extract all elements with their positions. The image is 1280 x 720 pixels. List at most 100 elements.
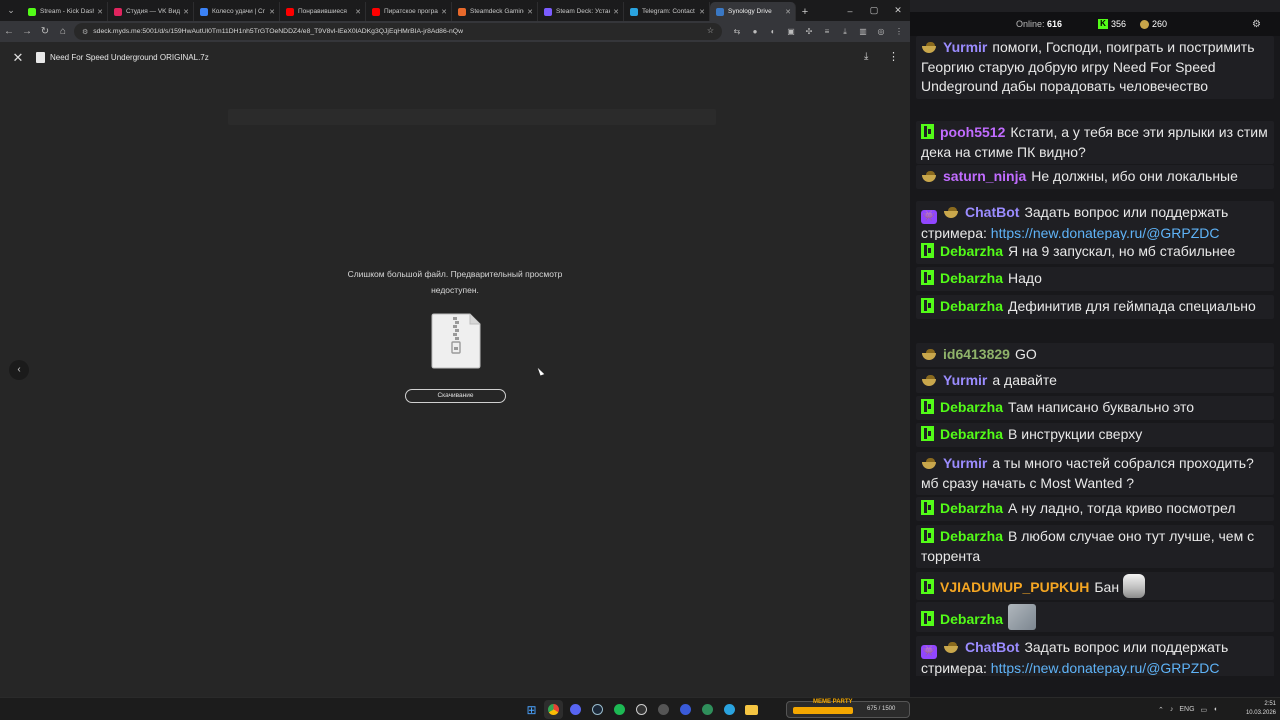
profile-icon[interactable]: ◎ xyxy=(872,21,890,42)
extensions-puzzle-icon[interactable]: ✣ xyxy=(800,21,818,42)
chat-username[interactable]: Yurmir xyxy=(943,39,987,55)
chat-username[interactable]: ChatBot xyxy=(965,204,1019,220)
app-icon-controller[interactable] xyxy=(654,700,673,719)
cast-icon[interactable]: ⇆ xyxy=(728,21,746,42)
app-icon-tool[interactable] xyxy=(698,700,717,719)
home-icon[interactable]: ⌂ xyxy=(54,21,72,42)
volume-icon[interactable]: ◖ xyxy=(1213,706,1217,713)
forward-icon[interactable]: → xyxy=(18,21,36,42)
reload-icon[interactable]: ↻ xyxy=(36,21,54,42)
taskbar-apps: ⊞ xyxy=(522,700,761,719)
cat-emote-image xyxy=(1122,574,1145,598)
chat-text: А ну ладно, тогда криво посмотрел xyxy=(1008,500,1236,516)
browser-tab[interactable]: Понравившиеся ✕ xyxy=(280,2,366,21)
steam-icon[interactable] xyxy=(588,700,607,719)
chat-username[interactable]: id6413829 xyxy=(943,346,1010,362)
tab-close-icon[interactable]: ✕ xyxy=(527,8,533,16)
chat-username[interactable]: saturn_ninja xyxy=(943,168,1026,184)
tab-close-icon[interactable]: ✕ xyxy=(699,8,705,16)
donate-link[interactable]: https://new.donatepay.ru/@GRPZDC xyxy=(991,660,1220,676)
chat-username[interactable]: ChatBot xyxy=(965,639,1019,655)
tab-close-icon[interactable]: ✕ xyxy=(355,8,361,16)
chat-message: Yurmir помоги, Господи, поиграть и постри… xyxy=(916,36,1274,99)
chat-username[interactable]: Yurmir xyxy=(943,372,987,388)
minimize-icon[interactable]: – xyxy=(838,0,862,21)
tab-search-icon[interactable]: ⌄ xyxy=(0,0,22,21)
telegram-icon[interactable] xyxy=(720,700,739,719)
chat-username[interactable]: Debarzha xyxy=(940,426,1003,442)
media-icon[interactable]: ≡ xyxy=(818,21,836,42)
meme-party-progress xyxy=(793,707,853,714)
tab-close-icon[interactable]: ✕ xyxy=(613,8,619,16)
tab-close-icon[interactable]: ✕ xyxy=(785,8,791,16)
download-button[interactable]: Скачивание xyxy=(405,389,506,403)
tab-close-icon[interactable]: ✕ xyxy=(97,8,103,16)
chat-username[interactable]: VJIADUMUP_PUPKUH xyxy=(940,579,1089,595)
chat-message: Debarzha Дефинитив для геймпада специальн… xyxy=(916,295,1274,319)
chat-text: Надо xyxy=(1008,270,1042,286)
chat-username[interactable]: Debarzha xyxy=(940,500,1003,516)
browser-menu-icon[interactable]: ⋮ xyxy=(890,21,908,42)
tab-title: Колесо удачи | Cr xyxy=(212,8,265,15)
tab-close-icon[interactable]: ✕ xyxy=(441,8,447,16)
browser-tab[interactable]: Steam Deck: Устан ✕ xyxy=(538,2,624,21)
chat-username[interactable]: Debarzha xyxy=(940,270,1003,286)
chat-username[interactable]: Debarzha xyxy=(940,298,1003,314)
background-list-row xyxy=(228,109,716,125)
maximize-icon[interactable]: ▢ xyxy=(862,0,886,21)
browser-tab[interactable]: Студия — VK Видео✕ xyxy=(108,2,194,21)
browser-tab[interactable]: Stream - Kick Dashb ✕ xyxy=(22,2,108,21)
close-preview-icon[interactable]: ✕ xyxy=(11,51,25,65)
tray-chevron-icon[interactable]: ⌃ xyxy=(1158,706,1164,714)
chat-text: В инструкции сверху xyxy=(1008,426,1143,442)
file-explorer-icon[interactable] xyxy=(742,700,761,719)
chat-username[interactable]: Debarzha xyxy=(940,243,1003,259)
file-icon xyxy=(36,52,45,63)
chat-text: а давайте xyxy=(992,372,1057,388)
extension-icon-2[interactable]: ◐ xyxy=(764,21,782,42)
spotify-icon[interactable] xyxy=(610,700,629,719)
tab-close-icon[interactable]: ✕ xyxy=(269,8,275,16)
browser-tab[interactable]: Synology Drive ✕ xyxy=(710,2,796,21)
back-icon[interactable]: ← xyxy=(0,21,18,42)
chat-username[interactable]: Yurmir xyxy=(943,455,987,471)
browser-tab[interactable]: Пиратское програ ✕ xyxy=(366,2,452,21)
system-clock[interactable]: 2:51 10.03.2026 xyxy=(1236,700,1276,718)
chat-username[interactable]: Debarzha xyxy=(940,611,1003,627)
chat-settings-icon[interactable]: ⚙ xyxy=(1252,19,1261,30)
chat-message: Debarzha А ну ладно, тогда криво посмотре… xyxy=(916,497,1274,521)
donate-link[interactable]: https://new.donatepay.ru/@GRPZDC xyxy=(991,225,1220,241)
chat-username[interactable]: Debarzha xyxy=(940,528,1003,544)
discord-icon[interactable] xyxy=(566,700,585,719)
meme-party-widget[interactable]: MEME PARTY 675 / 1500 xyxy=(786,699,910,718)
zip-archive-icon xyxy=(431,313,481,369)
chat-message: Debarzha Там написано буквально это xyxy=(916,396,1274,420)
window-controls: – ▢ ✕ xyxy=(838,0,910,21)
start-menu-icon[interactable]: ⊞ xyxy=(522,700,541,719)
site-info-icon[interactable]: ⚙ xyxy=(82,28,88,36)
browser-tab[interactable]: Колесо удачи | Cr ✕ xyxy=(194,2,280,21)
chat-username[interactable]: Debarzha xyxy=(940,399,1003,415)
address-bar[interactable]: ⚙ sdeck.myds.me:5001/d/s/159HwAutUl0Tm11… xyxy=(74,23,722,40)
obs-icon[interactable] xyxy=(632,700,651,719)
more-options-icon[interactable]: ⋮ xyxy=(888,50,899,63)
sidebar-icon[interactable]: ▥ xyxy=(854,21,872,42)
network-icon[interactable]: ▭ xyxy=(1201,706,1208,714)
new-tab-button[interactable]: + xyxy=(796,2,814,21)
bookmark-star-icon[interactable]: ☆ xyxy=(707,26,714,35)
close-window-icon[interactable]: ✕ xyxy=(886,0,910,21)
kick-badge-icon xyxy=(921,611,934,626)
app-icon-media[interactable] xyxy=(676,700,695,719)
microphone-icon[interactable]: ♪ xyxy=(1170,706,1174,713)
extension-icon-3[interactable]: ▣ xyxy=(782,21,800,42)
download-icon[interactable]: ⤓ xyxy=(864,51,868,62)
chrome-icon[interactable] xyxy=(544,700,563,719)
chat-username[interactable]: pooh5512 xyxy=(940,124,1005,140)
browser-tab[interactable]: Telegram: Contact ✕ xyxy=(624,2,710,21)
downloads-icon[interactable]: ⤓ xyxy=(836,21,854,42)
tab-close-icon[interactable]: ✕ xyxy=(183,8,189,16)
browser-tab[interactable]: Steamdeck Gaming ✕ xyxy=(452,2,538,21)
extension-icon-1[interactable]: ● xyxy=(746,21,764,42)
previous-file-icon[interactable]: ‹ xyxy=(9,360,29,380)
language-indicator[interactable]: ENG xyxy=(1179,706,1194,713)
